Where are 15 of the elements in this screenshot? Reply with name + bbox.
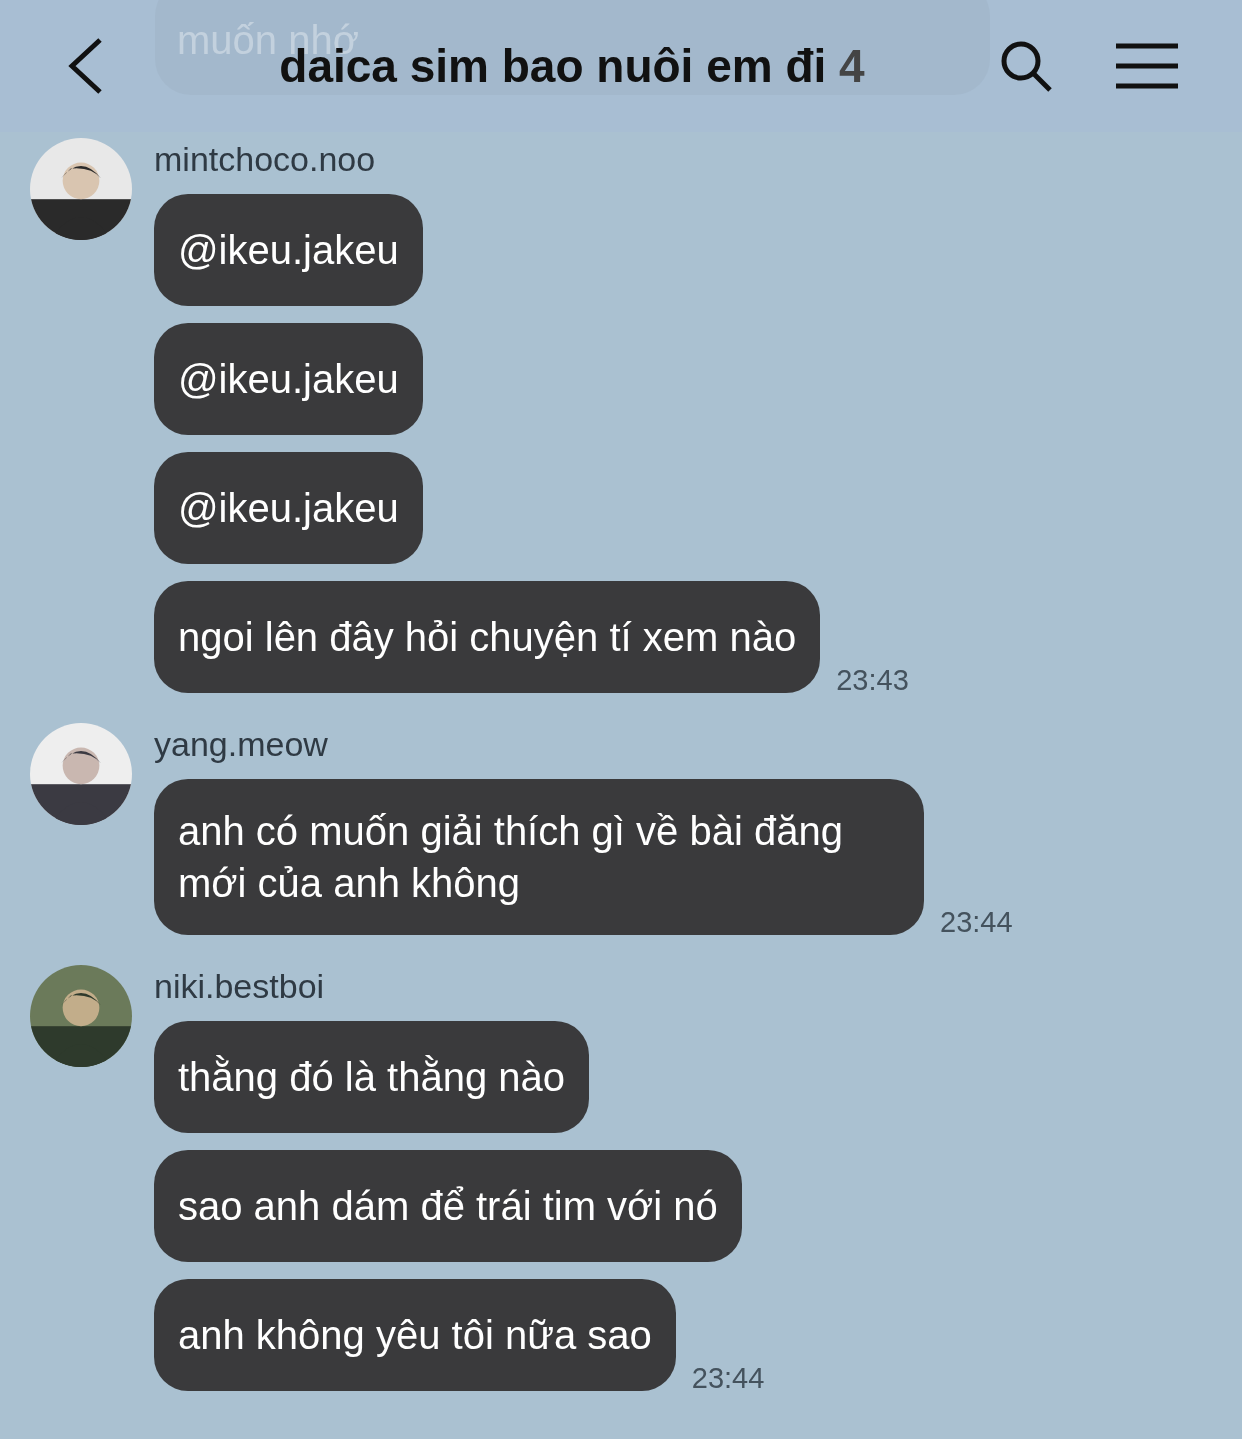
message-bubble: ngoi lên đây hỏi chuyện tí xem nào bbox=[154, 581, 821, 693]
sender-name: niki.bestboi bbox=[154, 967, 326, 1006]
message-time: 23:43 bbox=[836, 664, 909, 697]
message-bubble: anh có muốn giải thích gì về bài đăng mới của anh không bbox=[154, 779, 924, 935]
message-bubble: thằng đó là thằng nào bbox=[154, 1021, 589, 1133]
message-bubble: sao anh dám để trái tim với nó bbox=[154, 1150, 742, 1262]
message-bubble: @ikeu.jakeu bbox=[154, 194, 423, 306]
sender-name: yang.meow bbox=[154, 725, 329, 764]
message-bubble: anh không yêu tôi nữa sao bbox=[154, 1279, 676, 1391]
sender-name: mintchoco.noo bbox=[154, 140, 377, 179]
message-time: 23:44 bbox=[691, 1362, 765, 1395]
message-bubble: @ikeu.jakeu bbox=[154, 323, 423, 435]
message-bubble: @ikeu.jakeu bbox=[154, 452, 423, 564]
menu-icon[interactable] bbox=[1116, 43, 1178, 89]
message-time: 23:44 bbox=[940, 906, 1013, 939]
